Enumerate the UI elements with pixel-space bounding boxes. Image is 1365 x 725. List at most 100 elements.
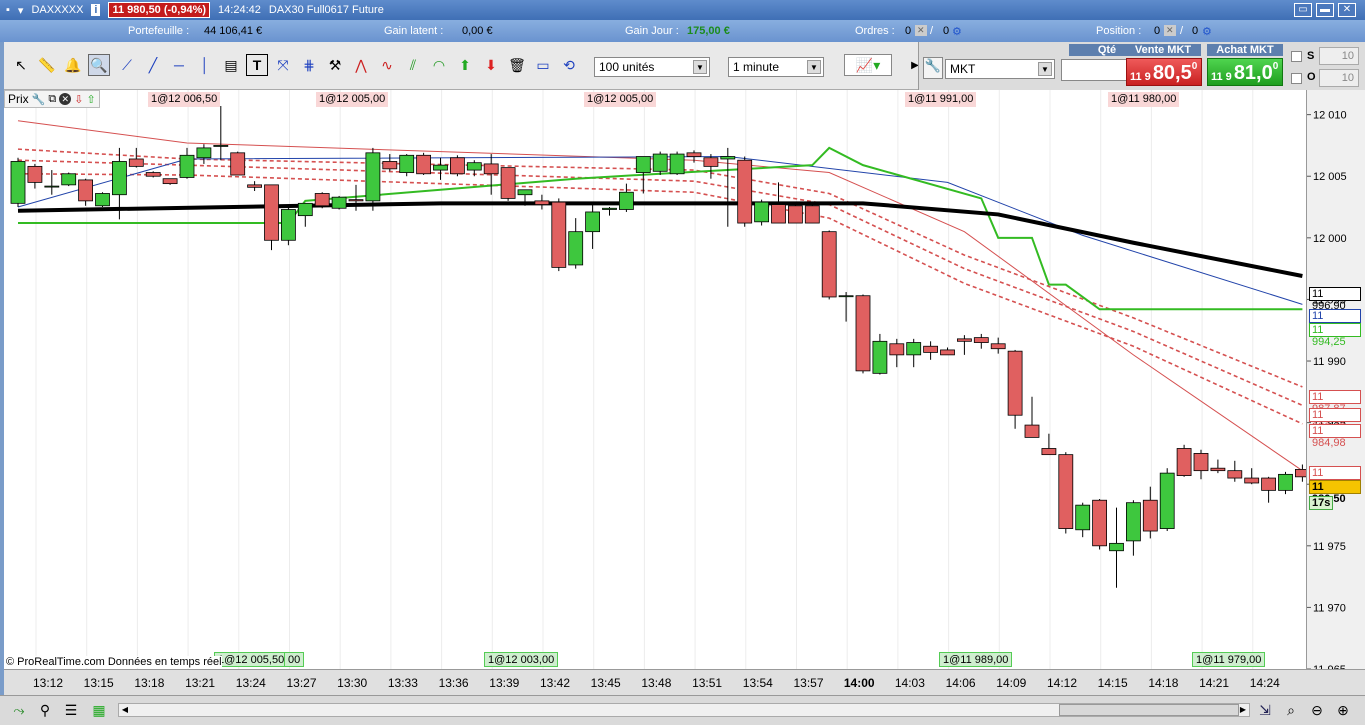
minimize-icon[interactable]: ▬ bbox=[1316, 3, 1334, 17]
zigzag-icon[interactable]: ⋀ bbox=[350, 54, 372, 76]
close-chart-icon[interactable]: ✕ bbox=[59, 93, 72, 105]
units-select[interactable]: 100 unités ▼ bbox=[594, 57, 710, 77]
down-arrow-icon[interactable]: ⬇ bbox=[480, 54, 502, 76]
achat-label: Achat MKT bbox=[1207, 44, 1283, 56]
scroll-right-icon[interactable]: ▶ bbox=[1237, 704, 1249, 716]
cursor-icon[interactable]: ↖ bbox=[10, 54, 32, 76]
line-icon[interactable]: ╱ bbox=[142, 54, 164, 76]
symbol-dropdown-icon[interactable]: ▾ bbox=[18, 4, 24, 17]
order-label-top-2[interactable]: 1@12 005,00 bbox=[316, 92, 389, 107]
tools-icon[interactable]: ⚒ bbox=[324, 54, 346, 76]
ma-black-line bbox=[17, 201, 1303, 278]
zoom-icon[interactable]: 🔍 bbox=[88, 54, 110, 76]
objective-label: O bbox=[1307, 71, 1316, 83]
symbol-name[interactable]: DAXXXXX bbox=[31, 4, 83, 16]
list-icon[interactable]: ☰ bbox=[60, 699, 82, 721]
wrench-icon[interactable]: 🔧 bbox=[923, 57, 943, 79]
ordres-cancel-icon[interactable]: ✕ bbox=[915, 25, 927, 36]
gain-latent-label: Gain latent : bbox=[384, 25, 444, 37]
candle-body bbox=[483, 163, 499, 175]
candle-body bbox=[1024, 424, 1040, 438]
objective-input[interactable]: 10 bbox=[1319, 69, 1359, 87]
interval-select[interactable]: 1 minute ▼ bbox=[728, 57, 824, 77]
price-tick-label: 11 970 bbox=[1313, 602, 1346, 614]
order-label-top-5[interactable]: 1@11 980,00 bbox=[1108, 92, 1180, 107]
order-label-bottom-3[interactable]: 1@12 003,00 bbox=[484, 652, 559, 667]
up-arrow-icon[interactable]: ⬆ bbox=[454, 54, 476, 76]
info-icon[interactable]: i bbox=[91, 4, 101, 16]
indicators-icon[interactable]: 📈▾ bbox=[844, 54, 892, 76]
position-value-2: 0 bbox=[1192, 25, 1199, 37]
trash-icon[interactable]: 🗑 bbox=[506, 54, 528, 76]
envelope-dashed-line-2 bbox=[17, 159, 1303, 407]
candle-body bbox=[416, 154, 432, 175]
order-type-select[interactable]: MKT ▼ bbox=[945, 59, 1055, 79]
bell-icon[interactable]: 🔔 bbox=[62, 54, 84, 76]
chevron-down-icon: ▼ bbox=[807, 60, 821, 74]
vertical-line-icon[interactable]: │ bbox=[194, 54, 216, 76]
ordres-settings-icon[interactable]: ⚙ bbox=[952, 25, 962, 38]
tag-last-price: 11 980,50 bbox=[1309, 480, 1361, 505]
cross-arrows-icon[interactable]: ⤧ bbox=[272, 54, 294, 76]
candle-body bbox=[534, 200, 550, 205]
time-tick-label: 13:48 bbox=[641, 676, 671, 690]
zoom-reset-icon[interactable]: ⌕ bbox=[1280, 699, 1302, 721]
candle-body bbox=[196, 147, 212, 159]
rectangle-icon[interactable]: ▭ bbox=[532, 54, 554, 76]
order-label-bottom-1[interactable]: 1@12 005,50 bbox=[214, 652, 289, 667]
candle-body bbox=[1261, 477, 1276, 491]
horizontal-scrollbar[interactable]: ◀ ▶ bbox=[118, 703, 1250, 717]
position-settings-icon[interactable]: ⚙ bbox=[1202, 25, 1212, 38]
stop-input[interactable]: 10 bbox=[1319, 47, 1359, 65]
objective-checkbox[interactable] bbox=[1291, 73, 1302, 84]
zoom-out-icon[interactable]: ⊖ bbox=[1306, 699, 1328, 721]
window-icon[interactable]: ⧉ bbox=[48, 93, 56, 106]
candle-body bbox=[95, 193, 110, 207]
scrollbar-thumb[interactable] bbox=[1059, 704, 1239, 716]
vente-label: Vente MKT bbox=[1125, 44, 1201, 56]
candle-body bbox=[957, 338, 972, 342]
position-label: Position : bbox=[1096, 25, 1142, 37]
wave-icon[interactable]: ∿ bbox=[376, 54, 398, 76]
zoom-fit-icon[interactable]: ⇲ bbox=[1254, 699, 1276, 721]
price-axis[interactable]: 12 01012 00512 00011 99511 99011 98511 9… bbox=[1306, 90, 1365, 676]
wrench-icon[interactable]: 🔧 bbox=[32, 93, 46, 106]
scroll-left-icon[interactable]: ◀ bbox=[119, 704, 131, 716]
price-tick-label: 12 000 bbox=[1313, 233, 1347, 245]
zoom-in-icon[interactable]: ⊕ bbox=[1332, 699, 1354, 721]
order-label-bottom-5[interactable]: 1@11 979,00 bbox=[1192, 652, 1266, 667]
share-icon[interactable]: ⤳ bbox=[8, 699, 30, 721]
order-panel: 🔧 MKT ▼ Qté 1 Vente MKT 11 9 80,5 0 Acha… bbox=[918, 42, 1365, 90]
stop-checkbox[interactable] bbox=[1291, 51, 1302, 62]
tag-ma-blue: 11 994,58 bbox=[1309, 309, 1361, 334]
ruler-icon[interactable]: 📏 bbox=[36, 54, 58, 76]
drawing-filter-icon[interactable]: ⚲ bbox=[34, 699, 56, 721]
chart-canvas[interactable] bbox=[4, 90, 1310, 669]
sell-button[interactable]: 11 9 80,5 0 bbox=[1126, 58, 1202, 86]
order-label-bottom-2[interactable]: 00 bbox=[284, 652, 305, 667]
layers-icon[interactable]: ▦ bbox=[88, 699, 110, 721]
segment-icon[interactable]: ⟋ bbox=[116, 54, 138, 76]
text-icon[interactable]: T bbox=[246, 54, 268, 76]
order-label-top-4[interactable]: 1@11 991,00 bbox=[905, 92, 977, 107]
close-icon[interactable]: ✕ bbox=[1338, 3, 1356, 17]
rotate-icon[interactable]: ⟲ bbox=[558, 54, 580, 76]
horizontal-line-icon[interactable]: ─ bbox=[168, 54, 190, 76]
buy-button[interactable]: 11 9 81,0 0 bbox=[1207, 58, 1283, 86]
restore-icon[interactable]: ▭ bbox=[1294, 3, 1312, 17]
candle-body bbox=[1278, 473, 1293, 491]
arc-icon[interactable]: ◠ bbox=[428, 54, 450, 76]
time-axis[interactable]: 13:12 13:15 13:18 13:21 13:24 13:27 13:30 13:33… bbox=[4, 669, 1365, 695]
time-tick-label: 14:15 bbox=[1098, 676, 1128, 690]
move-down-icon[interactable]: ⇩ bbox=[74, 93, 83, 106]
price-chart[interactable]: Prix 🔧 ⧉ ✕ ⇩ ⇧ 1@12 006,50 1@12 005,00 1… bbox=[4, 90, 1310, 669]
order-label-top-1[interactable]: 1@12 006,50 bbox=[148, 92, 221, 107]
order-label-bottom-4[interactable]: 1@11 989,00 bbox=[939, 652, 1013, 667]
order-label-top-3[interactable]: 1@12 005,00 bbox=[584, 92, 657, 107]
move-up-icon[interactable]: ⇧ bbox=[86, 93, 95, 106]
channel-icon[interactable]: ⋕ bbox=[298, 54, 320, 76]
text-block-icon[interactable]: ▤ bbox=[220, 54, 242, 76]
fan-icon[interactable]: ⫽ bbox=[402, 54, 424, 76]
position-cancel-icon[interactable]: ✕ bbox=[1164, 25, 1176, 36]
candle-body bbox=[990, 343, 1006, 350]
